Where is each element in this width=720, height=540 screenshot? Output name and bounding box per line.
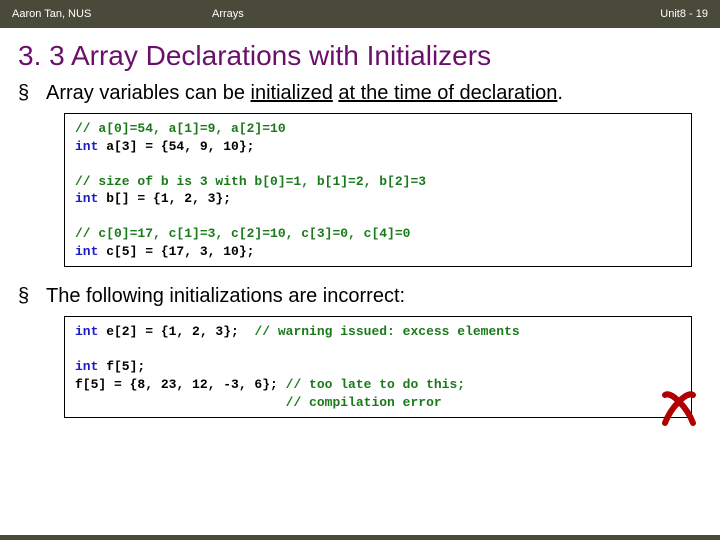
- bullet-text: The following initializations are incorr…: [46, 283, 702, 310]
- code-comment: // compilation error: [286, 395, 442, 410]
- bullet-item-1: § Array variables can be initialized at …: [18, 80, 702, 107]
- code-box-incorrect: int e[2] = {1, 2, 3}; // warning issued:…: [64, 316, 692, 418]
- code-block: // a[0]=54, a[1]=9, a[2]=10 int a[3] = {…: [65, 114, 691, 266]
- author-label: Aaron Tan, NUS: [12, 8, 212, 20]
- code-keyword: int: [75, 139, 98, 154]
- slide-title: 3. 3 Array Declarations with Initializer…: [0, 28, 720, 80]
- bullet-marker: §: [18, 80, 46, 106]
- code-comment: // warning issued: excess elements: [254, 324, 519, 339]
- bullet-text: Array variables can be initialized at th…: [46, 80, 702, 107]
- slide-header: Aaron Tan, NUS Arrays Unit8 - 19: [0, 0, 720, 28]
- code-text: f[5] = {8, 23, 12, -3, 6};: [75, 377, 286, 392]
- text-underline: initialized: [251, 82, 333, 104]
- code-comment: // c[0]=17, c[1]=3, c[2]=10, c[3]=0, c[4…: [75, 226, 410, 241]
- code-keyword: int: [75, 359, 98, 374]
- unit-label: Unit8 - 19: [660, 8, 708, 20]
- code-text: a[3] = {54, 9, 10};: [98, 139, 254, 154]
- cross-icon: [659, 389, 699, 429]
- code-block: int e[2] = {1, 2, 3}; // warning issued:…: [65, 317, 691, 417]
- bullet-marker: §: [18, 283, 46, 309]
- code-box-correct: // a[0]=54, a[1]=9, a[2]=10 int a[3] = {…: [64, 113, 692, 267]
- code-text: e[2] = {1, 2, 3};: [98, 324, 254, 339]
- bullet-item-2: § The following initializations are inco…: [18, 283, 702, 310]
- code-text: [75, 395, 286, 410]
- code-keyword: int: [75, 244, 98, 259]
- code-keyword: int: [75, 324, 98, 339]
- code-text: f[5];: [98, 359, 145, 374]
- slide-content: § Array variables can be initialized at …: [0, 80, 720, 418]
- subject-label: Arrays: [212, 8, 660, 20]
- code-comment: // size of b is 3 with b[0]=1, b[1]=2, b…: [75, 174, 426, 189]
- code-text: b[] = {1, 2, 3};: [98, 191, 231, 206]
- text-underline: at the time of declaration: [338, 82, 557, 104]
- text-fragment: Array variables can be: [46, 82, 251, 104]
- code-comment: // too late to do this;: [286, 377, 465, 392]
- code-comment: // a[0]=54, a[1]=9, a[2]=10: [75, 121, 286, 136]
- code-keyword: int: [75, 191, 98, 206]
- code-text: c[5] = {17, 3, 10};: [98, 244, 254, 259]
- text-fragment: .: [557, 82, 563, 104]
